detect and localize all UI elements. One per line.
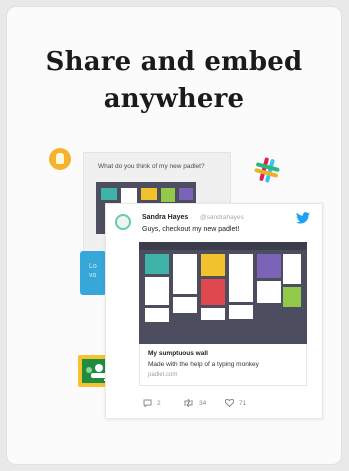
padlet-board-preview[interactable] xyxy=(139,242,307,344)
slack-icon xyxy=(254,157,280,183)
cyan-app-icon: Lo vo xyxy=(80,251,106,295)
headline: Share and embed anywhere xyxy=(7,44,341,118)
tweet-link-preview[interactable]: My sumptuous wall Made with the help of … xyxy=(139,344,307,386)
link-subtitle: Made with the help of a typing monkey xyxy=(148,361,259,368)
link-title: My sumptuous wall xyxy=(148,350,208,357)
like-count: 71 xyxy=(239,399,247,407)
twitter-bird-icon xyxy=(296,212,310,224)
link-url: padlet.com xyxy=(148,372,178,378)
retweet-count: 34 xyxy=(199,399,207,407)
reply-button[interactable]: 2 xyxy=(143,399,161,407)
headline-line-1: Share and embed xyxy=(45,47,303,77)
google-meet-icon xyxy=(49,148,71,170)
background-post-question: What do you think of my new padlet? xyxy=(98,163,205,170)
reply-count: 2 xyxy=(157,399,161,407)
headline-line-2: anywhere xyxy=(103,84,245,114)
avatar xyxy=(115,214,131,230)
retweet-icon xyxy=(184,399,193,407)
heart-icon xyxy=(225,399,234,407)
tweet-card[interactable]: Sandra Hayes @sandrahayes Guys, checkout… xyxy=(105,203,323,419)
tweet-author-name: Sandra Hayes xyxy=(142,214,189,221)
share-embed-card: Share and embed anywhere What do you thi… xyxy=(6,6,342,465)
tweet-text: Guys, checkout my new padlet! xyxy=(142,226,240,233)
reply-icon xyxy=(143,399,152,407)
like-button[interactable]: 71 xyxy=(225,399,246,407)
tweet-author-handle: @sandrahayes xyxy=(200,214,244,221)
retweet-button[interactable]: 34 xyxy=(183,399,206,407)
tweet-actions: 2 34 71 xyxy=(143,399,303,409)
